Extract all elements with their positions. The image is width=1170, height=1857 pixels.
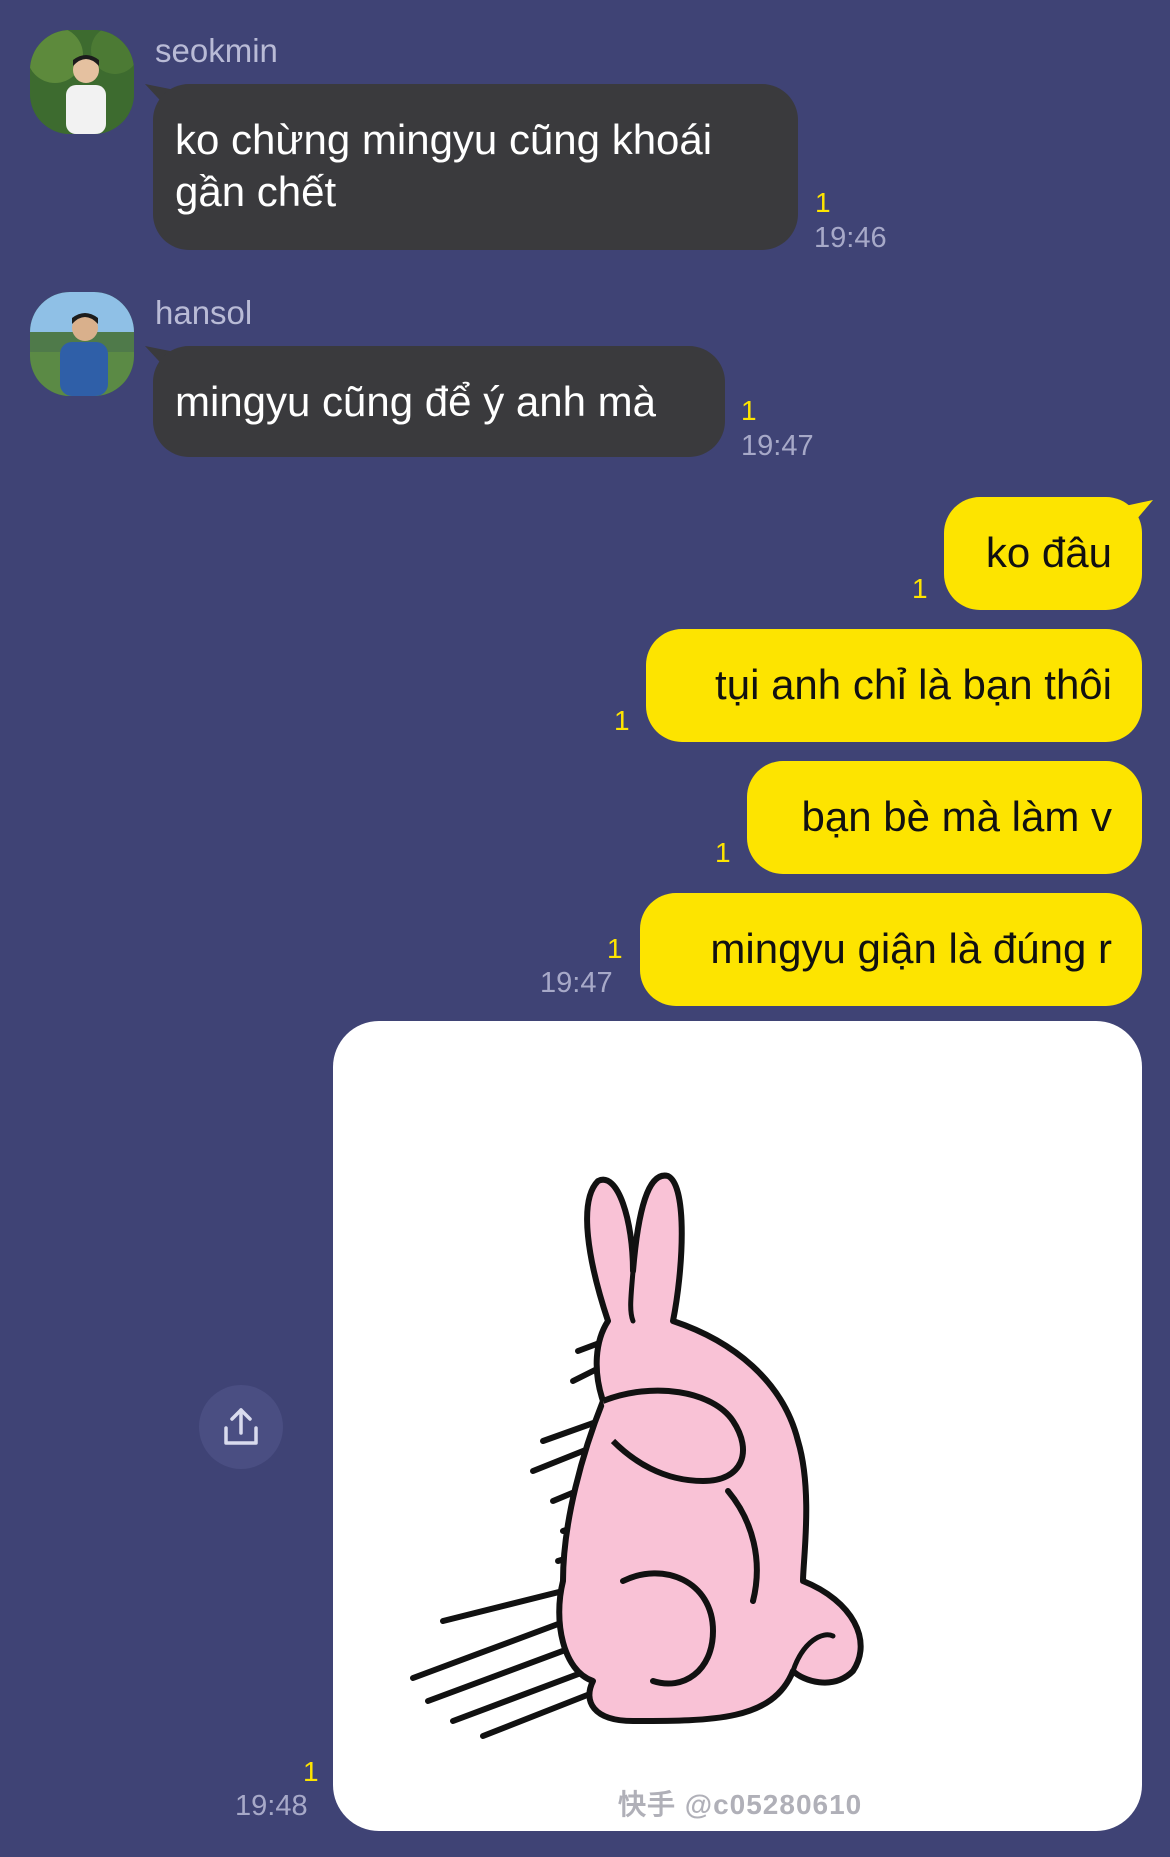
unread-count: 1	[614, 705, 630, 736]
share-button[interactable]	[199, 1385, 283, 1469]
message-text: mingyu giận là đúng r	[710, 925, 1112, 972]
avatar-seokmin[interactable]	[30, 30, 134, 134]
share-icon	[224, 1408, 258, 1445]
message-text: mingyu cũng để ý anh mà	[175, 378, 656, 425]
unread-count: 1	[741, 395, 757, 426]
message-bubble-incoming[interactable]: ko chừng mingyu cũng khoái gần chết	[153, 84, 798, 250]
avatar-hansol[interactable]	[30, 292, 134, 396]
unread-count: 1	[912, 573, 928, 604]
unread-count: 1	[815, 187, 831, 218]
sender-name: hansol	[155, 294, 253, 331]
timestamp: 19:47	[540, 967, 613, 999]
unread-count: 1	[607, 933, 623, 964]
message-bubble-outgoing[interactable]: tụi anh chỉ là bạn thôi	[646, 629, 1142, 742]
unread-count: 1	[303, 1756, 319, 1787]
timestamp: 19:48	[235, 1790, 308, 1822]
message-text: gần chết	[175, 168, 337, 215]
message-text: ko chừng mingyu cũng khoái	[175, 116, 713, 163]
timestamp: 19:47	[741, 430, 814, 462]
message-bubble-outgoing[interactable]: ko đâu	[944, 497, 1142, 610]
sender-name: seokmin	[155, 32, 278, 69]
sticker-message[interactable]: 快手 @c05280610	[333, 1021, 1142, 1831]
message-bubble-outgoing[interactable]: bạn bè mà làm v	[747, 761, 1142, 874]
watermark-text: 快手 @c05280610	[618, 1789, 863, 1820]
message-text: ko đâu	[985, 529, 1112, 576]
rabbit-sticker-image	[410, 1172, 864, 1739]
message-text: bạn bè mà làm v	[801, 793, 1113, 840]
message-bubble-incoming[interactable]: mingyu cũng để ý anh mà	[153, 346, 725, 457]
unread-count: 1	[715, 837, 731, 868]
timestamp: 19:46	[814, 222, 887, 254]
message-text: tụi anh chỉ là bạn thôi	[715, 661, 1112, 708]
message-bubble-outgoing[interactable]: mingyu giận là đúng r	[640, 893, 1142, 1006]
